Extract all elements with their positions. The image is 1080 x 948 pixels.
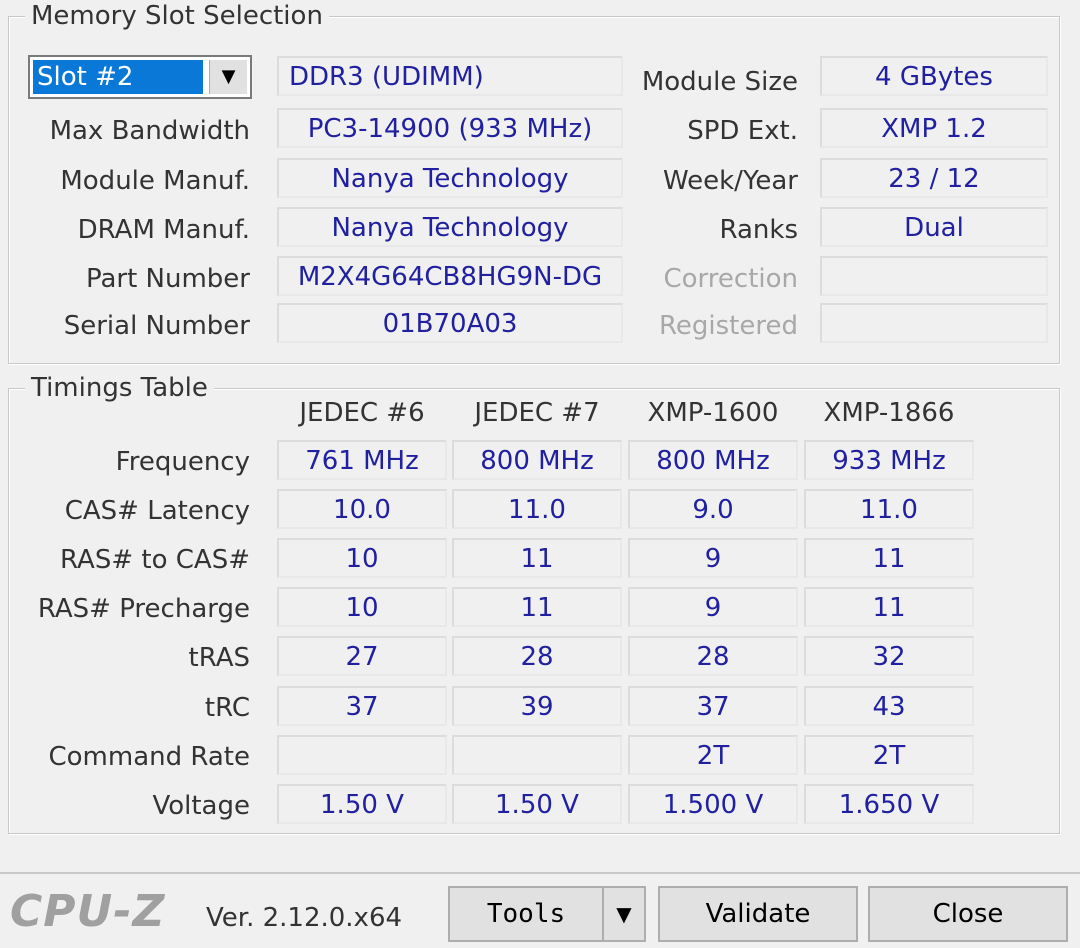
timing-cell: 1.50 V (277, 784, 447, 824)
correction-value (820, 256, 1048, 296)
chevron-down-icon[interactable]: ▼ (209, 60, 247, 94)
part-number-value: M2X4G64CB8HG9N-DG (277, 256, 623, 296)
timing-cell: 32 (804, 636, 974, 676)
timing-row-label: RAS# Precharge (37, 594, 250, 624)
timing-cell: 1.50 V (452, 784, 622, 824)
timing-cell: 9 (628, 587, 798, 627)
ranks-value: Dual (820, 207, 1048, 247)
timing-cell: 933 MHz (804, 440, 974, 480)
timing-cell: 10 (277, 587, 447, 627)
correction-label: Correction (663, 264, 798, 294)
validate-button[interactable]: Validate (658, 886, 858, 942)
serial-number-label: Serial Number (63, 311, 250, 341)
memory-slot-selection-title: Memory Slot Selection (25, 0, 329, 32)
column-header-xmp1600: XMP-1600 (647, 398, 779, 428)
timing-row-label: Command Rate (48, 742, 250, 772)
timing-cell: 800 MHz (628, 440, 798, 480)
timing-cell: 2T (628, 735, 798, 775)
module-manuf-value: Nanya Technology (277, 158, 623, 198)
timing-row-label: tRAS (188, 643, 251, 673)
max-bandwidth-value: PC3-14900 (933 MHz) (277, 108, 623, 148)
dram-manuf-value: Nanya Technology (277, 207, 623, 247)
tools-dropdown-arrow[interactable]: ▼ (602, 886, 646, 942)
registered-value (820, 303, 1048, 343)
timing-cell: 28 (628, 636, 798, 676)
timing-cell: 11 (804, 587, 974, 627)
timing-row-label: Voltage (152, 791, 250, 821)
dram-manuf-label: DRAM Manuf. (77, 215, 250, 245)
chevron-down-icon: ▼ (616, 902, 632, 926)
timings-table-title: Timings Table (25, 372, 214, 404)
module-manuf-label: Module Manuf. (60, 166, 250, 196)
version-label: Ver. 2.12.0.x64 (206, 903, 403, 933)
module-size-value: 4 GBytes (820, 56, 1048, 96)
timing-row-label: Frequency (115, 447, 250, 477)
week-year-label: Week/Year (662, 166, 798, 196)
column-header-jedec6: JEDEC #6 (299, 398, 425, 428)
column-header-xmp1866: XMP-1866 (823, 398, 955, 428)
registered-label: Registered (659, 311, 798, 341)
timing-cell: 2T (804, 735, 974, 775)
module-size-label: Module Size (641, 67, 798, 97)
timing-row-label: CAS# Latency (64, 496, 250, 526)
timing-cell: 10 (277, 538, 447, 578)
spd-ext-label: SPD Ext. (687, 116, 798, 146)
timing-cell: 28 (452, 636, 622, 676)
brand-logo: CPU-Z (10, 886, 166, 937)
timing-cell: 11.0 (804, 489, 974, 529)
timing-cell: 761 MHz (277, 440, 447, 480)
timing-cell (452, 735, 622, 775)
timing-cell: 27 (277, 636, 447, 676)
ranks-label: Ranks (719, 215, 798, 245)
timing-cell (277, 735, 447, 775)
timing-cell: 10.0 (277, 489, 447, 529)
part-number-label: Part Number (85, 264, 250, 294)
timing-cell: 11.0 (452, 489, 622, 529)
slot-select-value: Slot #2 (33, 60, 203, 94)
timing-cell: 37 (628, 686, 798, 726)
timing-cell: 39 (452, 686, 622, 726)
timing-row-label: tRC (204, 693, 250, 723)
timing-cell: 9.0 (628, 489, 798, 529)
tools-button[interactable]: Tools (448, 886, 604, 942)
close-button[interactable]: Close (868, 886, 1068, 942)
max-bandwidth-label: Max Bandwidth (49, 116, 250, 146)
timing-cell: 11 (804, 538, 974, 578)
slot-select[interactable]: Slot #2 ▼ (28, 55, 252, 99)
timing-cell: 11 (452, 587, 622, 627)
column-header-jedec7: JEDEC #7 (474, 398, 600, 428)
timing-cell: 11 (452, 538, 622, 578)
timing-cell: 1.650 V (804, 784, 974, 824)
week-year-value: 23 / 12 (820, 158, 1048, 198)
serial-number-value: 01B70A03 (277, 303, 623, 343)
timing-cell: 37 (277, 686, 447, 726)
timing-cell: 9 (628, 538, 798, 578)
spd-ext-value: XMP 1.2 (820, 108, 1048, 148)
timing-row-label: RAS# to CAS# (60, 545, 250, 575)
timing-cell: 1.500 V (628, 784, 798, 824)
timing-cell: 800 MHz (452, 440, 622, 480)
timing-cell: 43 (804, 686, 974, 726)
memory-type-value: DDR3 (UDIMM) (277, 56, 623, 96)
